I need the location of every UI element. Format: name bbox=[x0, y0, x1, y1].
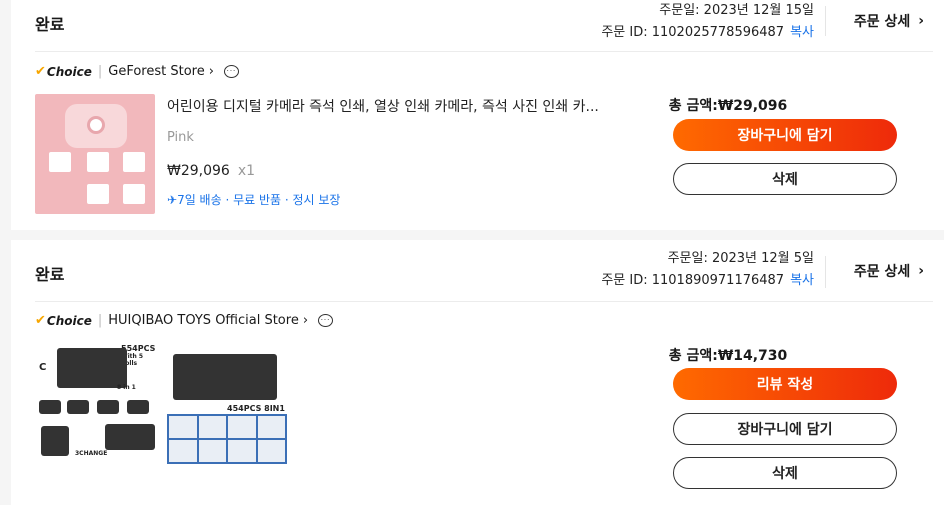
grid-cell bbox=[257, 416, 285, 438]
store-line: ✔ Choice | GeForest Store › ··· bbox=[35, 64, 239, 79]
choice-label: Choice bbox=[46, 313, 92, 328]
check-icon: ✔ bbox=[35, 64, 46, 79]
order-total: 총 금액:₩14,730 bbox=[668, 348, 788, 364]
image-tag: 8 in 1 bbox=[117, 384, 136, 391]
order-card: 완료 주문일: 2023년 12월 15일 주문 ID: 11020257785… bbox=[11, 0, 944, 230]
order-detail-label: 주문 상세 bbox=[853, 264, 911, 280]
order-detail-link[interactable]: 주문 상세 › bbox=[854, 11, 924, 31]
store-line: ✔ Choice | HUIQIBAO TOYS Official Store ›… bbox=[35, 313, 334, 328]
chat-icon[interactable]: ··· bbox=[318, 314, 334, 327]
copy-link[interactable]: 복사 bbox=[790, 273, 814, 288]
order-meta: 주문일: 2023년 12월 5일 주문 ID: 110189097117648… bbox=[601, 248, 814, 292]
separator: | bbox=[97, 64, 103, 79]
choice-badge: ✔ Choice bbox=[35, 313, 92, 328]
accessory-thumb bbox=[87, 184, 109, 204]
accessory-thumb bbox=[87, 152, 109, 172]
vehicle-illustration bbox=[127, 400, 149, 414]
order-status: 완료 bbox=[35, 265, 65, 284]
separator: | bbox=[97, 313, 103, 328]
divider bbox=[35, 51, 933, 52]
chat-icon[interactable]: ··· bbox=[223, 65, 239, 78]
grid-cell bbox=[198, 416, 226, 438]
image-tag: 454PCS 8IN1 bbox=[227, 404, 285, 413]
shipping-info: ✈7일 배송 · 무료 반품 · 정시 보장 bbox=[167, 191, 340, 208]
image-tag: 3CHANGE bbox=[75, 450, 108, 457]
store-link[interactable]: GeForest Store bbox=[108, 64, 204, 79]
grid-cell bbox=[228, 416, 256, 438]
accessory-thumb bbox=[49, 152, 71, 172]
add-to-cart-button[interactable]: 장바구니에 담기 bbox=[673, 413, 897, 445]
order-meta: 주문일: 2023년 12월 15일 주문 ID: 11020257785964… bbox=[601, 0, 814, 44]
chevron-right-icon: › bbox=[302, 313, 309, 328]
order-date: 주문일: 2023년 12월 15일 bbox=[659, 3, 814, 18]
vehicle-illustration bbox=[97, 400, 119, 414]
product-image[interactable]: 554PCS With 5 dolls C 8 in 1 3CHANGE bbox=[35, 340, 157, 464]
product-image[interactable]: 454PCS 8IN1 bbox=[165, 340, 289, 464]
shipping-text: 7일 배송 · 무료 반품 · 정시 보장 bbox=[177, 193, 341, 207]
divider bbox=[825, 256, 826, 288]
choice-label: Choice bbox=[46, 64, 92, 79]
lens-icon bbox=[87, 116, 105, 134]
robot-illustration bbox=[41, 426, 69, 456]
accessory-thumb bbox=[123, 184, 145, 204]
chevron-right-icon: › bbox=[918, 13, 924, 29]
chevron-right-icon: › bbox=[918, 263, 924, 279]
vehicle-illustration bbox=[67, 400, 89, 414]
order-detail-link[interactable]: 주문 상세 › bbox=[854, 261, 924, 281]
camera-illustration bbox=[65, 104, 127, 148]
vehicle-illustration bbox=[57, 348, 127, 388]
vehicle-illustration bbox=[39, 400, 61, 414]
write-review-button[interactable]: 리뷰 작성 bbox=[673, 368, 897, 400]
vehicle-illustration bbox=[173, 354, 277, 400]
delete-button[interactable]: 삭제 bbox=[673, 457, 897, 489]
order-detail-label: 주문 상세 bbox=[853, 14, 911, 30]
plane-icon: ✈ bbox=[167, 193, 178, 207]
product-variant: Pink bbox=[167, 130, 194, 145]
grid-cell bbox=[198, 440, 226, 462]
order-total: 총 금액:₩29,096 bbox=[668, 98, 788, 114]
grid-cell bbox=[228, 440, 256, 462]
plane-illustration bbox=[105, 424, 155, 450]
variant-grid bbox=[167, 414, 287, 464]
accessory-thumb bbox=[123, 152, 145, 172]
grid-cell bbox=[169, 440, 197, 462]
check-icon: ✔ bbox=[35, 313, 46, 328]
divider bbox=[35, 301, 933, 302]
product-price: ₩29,096 bbox=[167, 163, 230, 179]
product-image[interactable] bbox=[35, 94, 155, 214]
product-price-line: ₩29,096 x1 bbox=[167, 163, 255, 179]
product-qty: x1 bbox=[237, 163, 256, 179]
order-id: 주문 ID: 1101890971176487 bbox=[601, 273, 785, 288]
order-id: 주문 ID: 1102025778596487 bbox=[601, 25, 785, 40]
divider bbox=[825, 6, 826, 36]
order-date: 주문일: 2023년 12월 5일 bbox=[667, 251, 814, 266]
product-title[interactable]: 어린이용 디지털 카메라 즉석 인쇄, 열상 인쇄 카메라, 즉석 사진 인쇄 … bbox=[167, 96, 627, 116]
delete-button[interactable]: 삭제 bbox=[673, 163, 897, 195]
add-to-cart-button[interactable]: 장바구니에 담기 bbox=[673, 119, 897, 151]
copy-link[interactable]: 복사 bbox=[790, 25, 814, 40]
chevron-right-icon: › bbox=[208, 64, 214, 79]
store-link[interactable]: HUIQIBAO TOYS Official Store bbox=[108, 313, 299, 328]
image-tag: C bbox=[39, 362, 47, 373]
choice-badge: ✔ Choice bbox=[35, 64, 92, 79]
grid-cell bbox=[169, 416, 197, 438]
grid-cell bbox=[257, 440, 285, 462]
order-status: 완료 bbox=[35, 15, 65, 34]
